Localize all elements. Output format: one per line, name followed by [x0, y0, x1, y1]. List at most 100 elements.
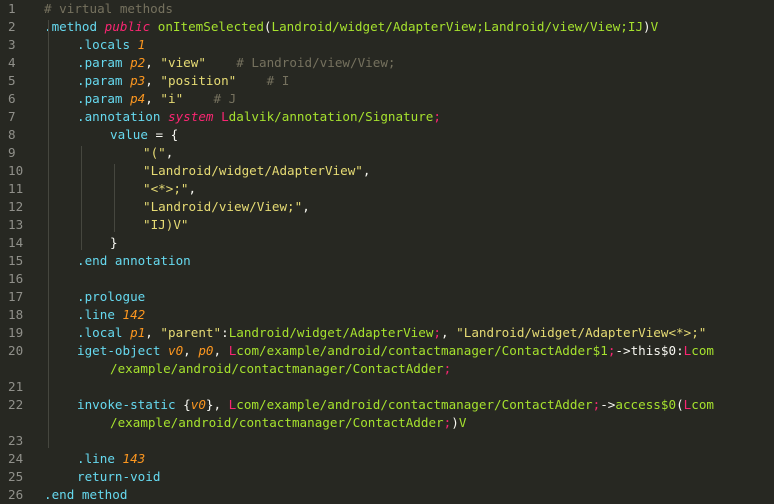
- code-token: {: [183, 397, 191, 412]
- code-token: ;: [443, 361, 452, 376]
- code-token: "parent": [160, 325, 222, 340]
- code-token: 143: [122, 451, 146, 466]
- indent-guide: [114, 164, 115, 232]
- line-number: 9: [8, 145, 16, 160]
- code-line[interactable]: .line 143: [77, 450, 145, 468]
- code-token: "Landroid/widget/AdapterView<*>;": [456, 325, 707, 340]
- code-token: iget-object: [77, 343, 168, 358]
- line-number: 14: [8, 235, 24, 250]
- code-token: V: [458, 415, 467, 430]
- code-token: ,: [183, 343, 199, 358]
- code-line[interactable]: # virtual methods: [44, 0, 173, 18]
- line-number: 15: [8, 253, 24, 268]
- code-line[interactable]: .local p1, "parent":Landroid/widget/Adap…: [77, 324, 706, 342]
- code-token: v0: [190, 397, 206, 412]
- code-line[interactable]: invoke-static {v0}, Lcom/example/android…: [77, 396, 714, 414]
- code-token: 1: [137, 37, 146, 52]
- code-token: /example/android/contactmanager/ContactA…: [110, 415, 444, 430]
- code-line[interactable]: "Landroid/view/View;",: [143, 198, 310, 216]
- code-token: ,: [145, 73, 161, 88]
- code-token: ;: [433, 109, 441, 124]
- line-number: 6: [8, 91, 16, 106]
- code-token: .annotation: [77, 109, 168, 124]
- code-line[interactable]: .method public onItemSelected(Landroid/w…: [44, 18, 658, 36]
- code-token: ,: [188, 181, 197, 196]
- code-line[interactable]: return-void: [77, 468, 160, 486]
- code-editor[interactable]: 1 # virtual methods 2 .method public onItem…: [0, 0, 774, 504]
- code-line[interactable]: .locals 1: [77, 36, 145, 54]
- code-token: /example/android/contactmanager/ContactA…: [110, 361, 444, 376]
- code-token: L: [221, 109, 229, 124]
- code-token: v0: [168, 343, 184, 358]
- code-line[interactable]: "Landroid/widget/AdapterView",: [143, 162, 370, 180]
- line-number: 5: [8, 73, 16, 88]
- code-token: .line: [77, 307, 123, 322]
- code-token: p0: [198, 343, 214, 358]
- code-token: ): [643, 19, 651, 34]
- code-token: com/example/android/contactmanager/Conta…: [236, 397, 593, 412]
- code-token: p2: [130, 55, 146, 70]
- code-token: ,: [165, 145, 174, 160]
- code-token: }: [110, 235, 118, 250]
- code-token: (: [263, 19, 272, 34]
- code-token: "Landroid/widget/AdapterView": [143, 163, 363, 178]
- code-token: Landroid/widget/AdapterView;Landroid/vie…: [271, 19, 644, 34]
- line-number: 7: [8, 109, 16, 124]
- code-token: "(": [143, 145, 166, 160]
- code-token: # I: [266, 73, 290, 88]
- code-token: .end annotation: [77, 253, 191, 268]
- code-line[interactable]: .param p2, "view" # Landroid/view/View;: [77, 54, 396, 72]
- code-token: ->this$0:: [615, 343, 684, 358]
- code-line[interactable]: .prologue: [77, 288, 145, 306]
- code-token: ,: [145, 325, 161, 340]
- line-number: 23: [8, 433, 24, 448]
- code-token: com: [691, 397, 714, 412]
- code-token: 142: [122, 307, 146, 322]
- code-token: .prologue: [77, 289, 146, 304]
- code-token: ,: [362, 163, 371, 178]
- code-token: # J: [213, 91, 237, 106]
- code-line[interactable]: .param p4, "i" # J: [77, 90, 236, 108]
- code-token: dalvik/annotation/Signature: [228, 109, 434, 124]
- code-token: ,: [302, 199, 310, 214]
- code-line[interactable]: "IJ)V": [143, 216, 189, 234]
- code-line[interactable]: value = {: [110, 126, 178, 144]
- code-token: com: [691, 343, 714, 358]
- line-number: 10: [8, 163, 24, 178]
- code-line[interactable]: /example/android/contactmanager/ContactA…: [110, 414, 466, 432]
- code-line[interactable]: .param p3, "position" # I: [77, 72, 289, 90]
- code-token: ,: [145, 55, 161, 70]
- code-token: access$0: [615, 397, 677, 412]
- code-token: p4: [130, 91, 146, 106]
- code-token: .param: [77, 91, 131, 106]
- code-token: :: [221, 325, 229, 340]
- code-line[interactable]: .line 142: [77, 306, 145, 324]
- code-token: "IJ)V": [143, 217, 189, 232]
- line-number: 19: [8, 325, 24, 340]
- code-token: public: [104, 19, 158, 34]
- indent-guide: [48, 20, 49, 448]
- code-line[interactable]: "<*>;",: [143, 180, 196, 198]
- code-line[interactable]: .annotation system Ldalvik/annotation/Si…: [77, 108, 441, 126]
- line-number: 2: [8, 19, 16, 34]
- code-line[interactable]: }: [110, 234, 118, 252]
- code-token: .locals: [77, 37, 138, 52]
- code-line[interactable]: /example/android/contactmanager/ContactA…: [110, 360, 451, 378]
- code-token: onItemSelected: [157, 19, 264, 34]
- code-token: p3: [130, 73, 146, 88]
- line-number: 4: [8, 55, 16, 70]
- code-token: p1: [130, 325, 146, 340]
- code-token: "position": [160, 73, 237, 88]
- line-number: [0, 414, 34, 432]
- code-line[interactable]: iget-object v0, p0, Lcom/example/android…: [77, 342, 714, 360]
- line-number: 16: [8, 271, 24, 286]
- code-line[interactable]: .end annotation: [77, 252, 191, 270]
- code-line[interactable]: .end method: [44, 486, 127, 504]
- line-number: 18: [8, 307, 24, 322]
- code-line[interactable]: "(",: [143, 144, 173, 162]
- line-number: 12: [8, 199, 24, 214]
- code-token: return-void: [77, 469, 161, 484]
- code-token: system: [168, 109, 222, 124]
